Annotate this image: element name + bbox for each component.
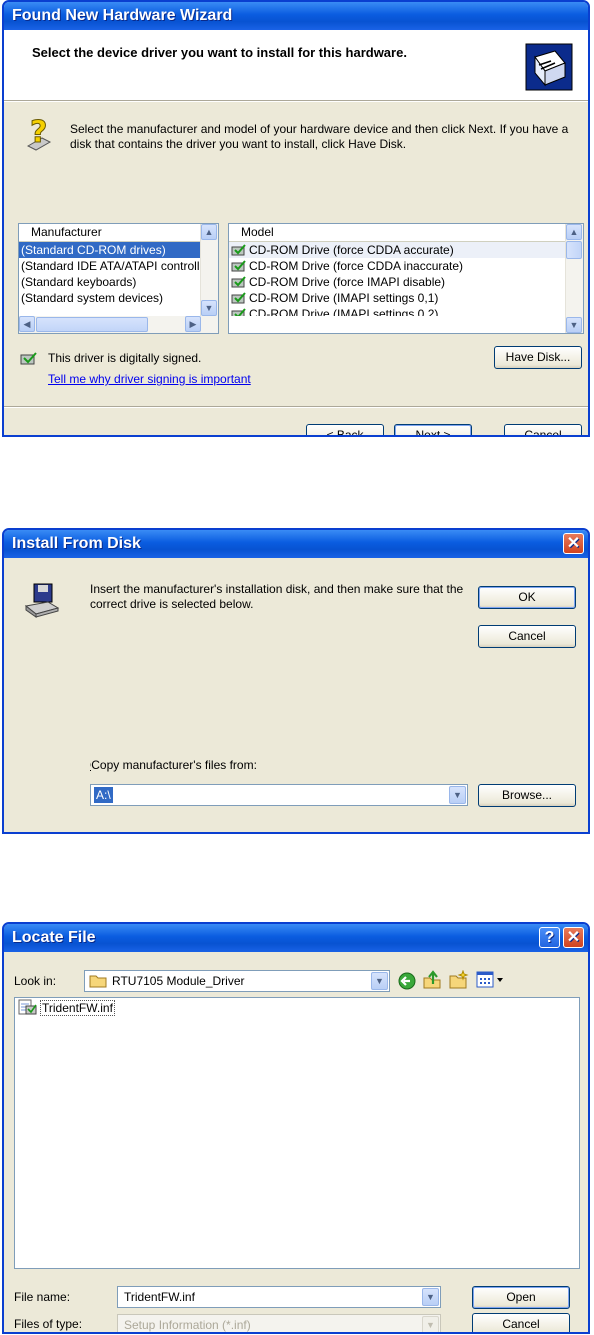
driver-signing-link[interactable]: Tell me why driver signing is important [48, 372, 251, 386]
file-name-value: TridentFW.inf [124, 1290, 195, 1304]
copy-from-label: CCopy manufacturer's files from: [90, 758, 257, 772]
copy-from-label-text: Copy manufacturer's files from: [91, 758, 257, 772]
signed-driver-icon [231, 260, 247, 272]
model-item[interactable]: CD-ROM Drive (force CDDA accurate) [229, 242, 566, 258]
files-of-type-value: Setup Information (*.inf) [124, 1318, 251, 1332]
install-disk-message: Insert the manufacturer's installation d… [90, 582, 464, 611]
cancel-button[interactable]: Cancel [504, 424, 582, 435]
signed-driver-icon [231, 292, 247, 304]
chevron-down-icon[interactable]: ▼ [449, 786, 466, 804]
model-vscrollbar[interactable]: ▲ ▼ [565, 224, 583, 333]
have-disk-button[interactable]: Have Disk... [494, 346, 582, 369]
signed-driver-icon [231, 244, 247, 256]
model-label: CD-ROM Drive (force IMAPI disable) [249, 275, 446, 289]
scroll-down-icon[interactable]: ▼ [566, 317, 582, 333]
look-in-value: RTU7105 Module_Driver [112, 974, 245, 988]
file-name-combo[interactable]: TridentFW.inf ▼ [117, 1286, 441, 1308]
model-item[interactable]: CD-ROM Drive (force CDDA inaccurate) [229, 258, 566, 274]
scroll-down-icon[interactable]: ▼ [201, 300, 217, 316]
hardware-icon [525, 43, 573, 91]
signed-driver-icon [231, 308, 247, 316]
model-list[interactable]: Model CD-ROM Drive (force CDDA accurate)… [228, 223, 584, 334]
inf-file-icon [18, 999, 38, 1015]
locate-file-title-bar[interactable]: Locate File ? ✕ [4, 924, 588, 952]
up-folder-icon[interactable] [422, 970, 442, 990]
disk-drive-icon [24, 582, 60, 618]
model-label: CD-ROM Drive (force CDDA inaccurate) [249, 259, 464, 273]
install-disk-title: Install From Disk [12, 535, 141, 552]
chevron-down-icon[interactable]: ▼ [371, 972, 388, 990]
wizard-help-text: Select the manufacturer and model of you… [70, 122, 569, 151]
scroll-up-icon[interactable]: ▲ [201, 224, 217, 240]
files-of-type-label: Files of type: [14, 1317, 83, 1331]
model-header: Model [229, 224, 583, 242]
install-disk-title-bar[interactable]: Install From Disk ✕ [4, 530, 588, 558]
manufacturer-item[interactable]: (Standard CD-ROM drives) [19, 242, 201, 258]
chevron-down-icon[interactable]: ▼ [422, 1288, 439, 1306]
footer-separator [4, 406, 588, 408]
question-icon: ? [22, 115, 58, 152]
wizard-title-bar[interactable]: Found New Hardware Wizard [4, 2, 588, 30]
scroll-left-icon[interactable]: ◀ [19, 316, 35, 332]
wizard-title: Found New Hardware Wizard [12, 7, 233, 24]
file-item-label: TridentFW.inf [40, 1000, 115, 1016]
close-icon[interactable]: ✕ [563, 533, 584, 554]
cancel-button[interactable]: Cancel [472, 1313, 570, 1332]
back-button[interactable]: < Back [306, 424, 384, 435]
install-from-disk-dialog: Install From Disk ✕ Insert the manufactu… [2, 528, 590, 834]
copy-from-combo[interactable]: A:\ ▼ [90, 784, 468, 806]
wizard-header-title: Select the device driver you want to ins… [32, 45, 407, 60]
manufacturer-item[interactable]: (Standard IDE ATA/ATAPI controllers) [19, 258, 201, 274]
back-icon[interactable] [397, 971, 417, 991]
manufacturer-hscrollbar[interactable]: ◀ ▶ [19, 316, 218, 333]
signed-status-text: This driver is digitally signed. [48, 351, 202, 365]
copy-from-value: A:\ [94, 787, 113, 803]
model-label: CD-ROM Drive (IMAPI settings 0,1) [249, 291, 439, 305]
files-of-type-combo[interactable]: Setup Information (*.inf) ▼ [117, 1314, 441, 1332]
found-new-hardware-wizard: Found New Hardware Wizard Select the dev… [2, 0, 590, 437]
manufacturer-list[interactable]: Manufacturer (Standard CD-ROM drives) (S… [18, 223, 219, 334]
model-item[interactable]: CD-ROM Drive (force IMAPI disable) [229, 274, 566, 290]
signed-driver-icon [20, 351, 38, 365]
ok-button[interactable]: OK [478, 586, 576, 609]
model-item[interactable]: CD-ROM Drive (IMAPI settings 0,2) [229, 306, 566, 316]
model-label: CD-ROM Drive (force CDDA accurate) [249, 243, 454, 257]
help-icon[interactable]: ? [539, 927, 560, 948]
scroll-up-icon[interactable]: ▲ [566, 224, 582, 240]
new-folder-icon[interactable] [448, 969, 470, 990]
file-item[interactable]: TridentFW.inf [15, 998, 579, 1018]
wizard-header: Select the device driver you want to ins… [4, 30, 588, 100]
close-icon[interactable]: ✕ [563, 927, 584, 948]
svg-text:?: ? [30, 116, 47, 150]
scroll-right-icon[interactable]: ▶ [185, 316, 201, 332]
manufacturer-item[interactable]: (Standard keyboards) [19, 274, 201, 290]
look-in-combo[interactable]: RTU7105 Module_Driver ▼ [84, 970, 390, 992]
file-list[interactable]: TridentFW.inf [14, 997, 580, 1269]
look-in-label: Look in: [14, 974, 57, 988]
hscroll-thumb[interactable] [36, 317, 148, 332]
manufacturer-header: Manufacturer [19, 224, 218, 242]
next-button[interactable]: Next > [394, 424, 472, 435]
manufacturer-vscrollbar[interactable]: ▲ ▼ [200, 224, 218, 316]
chevron-down-icon[interactable]: ▼ [422, 1316, 439, 1332]
manufacturer-item[interactable]: (Standard system devices) [19, 290, 201, 306]
vscroll-thumb[interactable] [566, 241, 582, 259]
cancel-button[interactable]: Cancel [478, 625, 576, 648]
header-separator [4, 100, 588, 102]
locate-file-title: Locate File [12, 929, 96, 946]
signed-driver-icon [231, 276, 247, 288]
model-item[interactable]: CD-ROM Drive (IMAPI settings 0,1) [229, 290, 566, 306]
file-name-label: File name: [14, 1290, 71, 1304]
locate-file-dialog: Locate File ? ✕ Look in: RTU7105 Module_… [2, 922, 590, 1334]
browse-button[interactable]: Browse... [478, 784, 576, 807]
model-label: CD-ROM Drive (IMAPI settings 0,2) [249, 307, 439, 316]
folder-icon [89, 974, 107, 988]
open-button[interactable]: Open [472, 1286, 570, 1309]
views-menu-icon[interactable] [476, 971, 506, 989]
